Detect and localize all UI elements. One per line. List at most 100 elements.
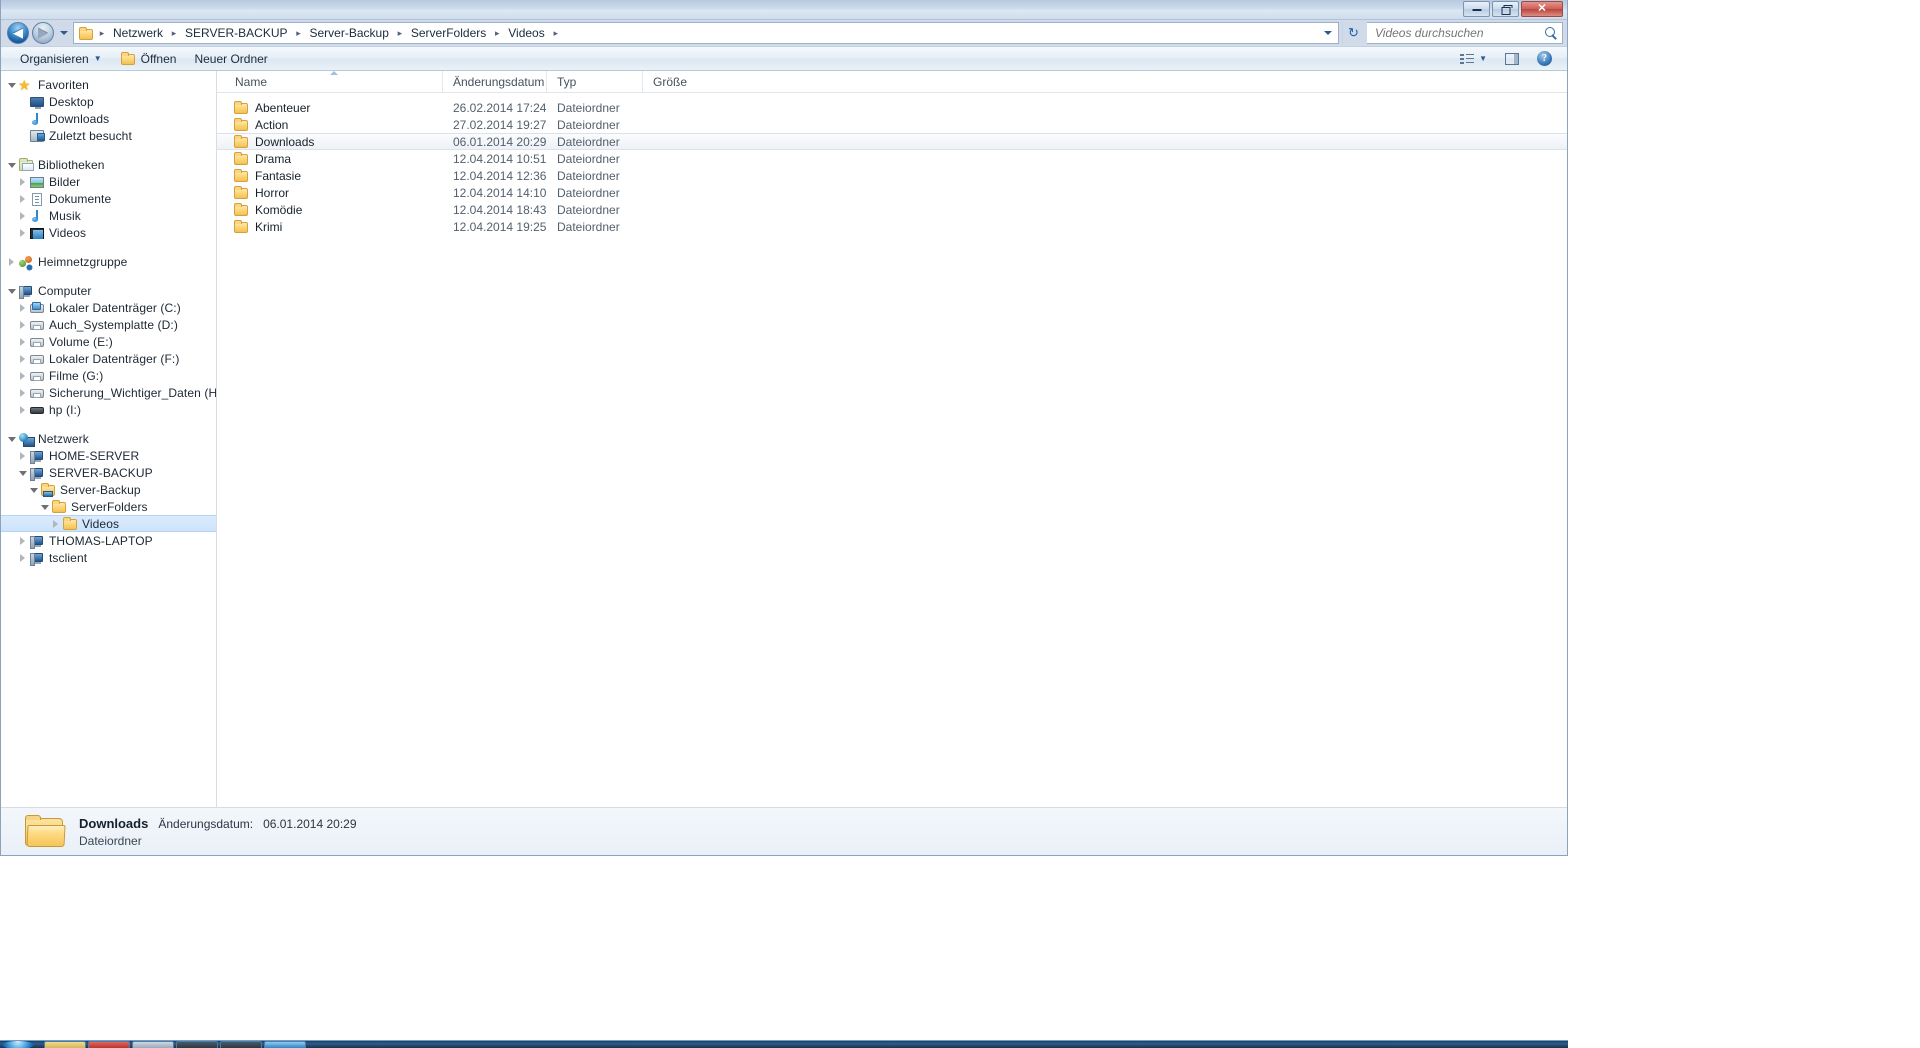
restore-button[interactable] [1492,1,1519,17]
nav-item-thomas-laptop[interactable]: THOMAS-LAPTOP [1,532,216,549]
nav-item-home-server[interactable]: HOME-SERVER [1,447,216,464]
taskbar-item[interactable] [88,1041,130,1048]
taskbar-item[interactable] [176,1041,218,1048]
breadcrumb-separator[interactable]: ▸ [394,28,406,39]
nav-item-auch-systemplatte-d[interactable]: Auch_Systemplatte (D:) [1,316,216,333]
nav-item-server-backup[interactable]: SERVER-BACKUP [1,464,216,481]
column-header-name[interactable]: Name [225,70,443,93]
breadcrumb-item[interactable]: Server-Backup [305,24,394,42]
table-row[interactable]: Fantasie 12.04.2014 12:36 Dateiordner [217,167,1567,184]
expand-triangle-icon[interactable] [16,551,29,564]
help-button[interactable]: ? [1528,47,1561,70]
nav-item-heimnetzgruppe[interactable]: Heimnetzgruppe [1,253,216,270]
expand-triangle-icon[interactable] [16,386,29,399]
taskbar-item[interactable] [44,1041,86,1048]
nav-item-zuletzt-besucht[interactable]: Zuletzt besucht [1,127,216,144]
nav-item-volume-e[interactable]: Volume (E:) [1,333,216,350]
address-bar[interactable]: ▸ Netzwerk ▸ SERVER-BACKUP ▸ Server-Backup ▸ Se… [73,22,1339,44]
collapse-triangle-icon[interactable] [38,500,51,513]
recent-pages-button[interactable] [57,22,70,44]
table-row[interactable]: Action 27.02.2014 19:27 Dateiordner [217,116,1567,133]
start-button[interactable] [2,1041,34,1048]
column-header-date[interactable]: Änderungsdatum [443,70,547,93]
expand-triangle-icon[interactable] [16,301,29,314]
breadcrumb-item[interactable]: Netzwerk [108,24,168,42]
forward-button[interactable]: ▶ [32,22,54,44]
breadcrumb-item[interactable]: ServerFolders [406,24,491,42]
breadcrumb-separator[interactable]: ▸ [293,28,305,39]
nav-item-musik[interactable]: Musik [1,207,216,224]
expand-triangle-icon[interactable] [16,403,29,416]
nav-item-computer[interactable]: Computer [1,282,216,299]
table-row[interactable]: Downloads 06.01.2014 20:29 Dateiordner [217,133,1567,150]
nav-item-bilder[interactable]: Bilder [1,173,216,190]
collapse-triangle-icon[interactable] [5,78,18,91]
organize-button[interactable]: Organisieren ▼ [11,48,111,70]
expand-triangle-icon[interactable] [16,352,29,365]
expand-triangle-icon[interactable] [16,209,29,222]
nav-item-netzwerk[interactable]: Netzwerk [1,430,216,447]
breadcrumb-item[interactable]: SERVER-BACKUP [180,24,292,42]
nav-item-hp-i[interactable]: hp (I:) [1,401,216,418]
collapse-triangle-icon[interactable] [27,483,40,496]
title-bar[interactable]: ✕ [1,0,1567,20]
nav-item-bibliotheken[interactable]: Bibliotheken [1,156,216,173]
close-button[interactable]: ✕ [1521,1,1563,17]
minimize-button[interactable] [1463,1,1490,17]
collapse-triangle-icon[interactable] [16,466,29,479]
collapse-triangle-icon[interactable] [5,158,18,171]
nav-item-lokaler-datentr-ger-c[interactable]: Lokaler Datenträger (C:) [1,299,216,316]
collapse-triangle-icon[interactable] [5,284,18,297]
expand-triangle-icon[interactable] [49,517,62,530]
open-button[interactable]: Öffnen [111,48,186,70]
table-row[interactable]: Drama 12.04.2014 10:51 Dateiordner [217,150,1567,167]
preview-pane-button[interactable] [1496,49,1528,69]
taskbar-item[interactable] [220,1041,262,1048]
breadcrumb-separator[interactable]: ▸ [96,28,108,39]
nav-item-dokumente[interactable]: Dokumente [1,190,216,207]
nav-item-lokaler-datentr-ger-f[interactable]: Lokaler Datenträger (F:) [1,350,216,367]
taskbar-item[interactable] [264,1041,306,1048]
table-row[interactable]: Abenteuer 26.02.2014 17:24 Dateiordner [217,99,1567,116]
nav-item-sicherung-wichtiger-daten-h[interactable]: Sicherung_Wichtiger_Daten (H:) [1,384,216,401]
new-folder-button[interactable]: Neuer Ordner [185,48,276,70]
table-row[interactable]: Horror 12.04.2014 14:10 Dateiordner [217,184,1567,201]
nav-item-desktop[interactable]: Desktop [1,93,216,110]
nav-item-videos[interactable]: Videos [1,224,216,241]
expand-triangle-icon[interactable] [16,192,29,205]
column-header-size[interactable]: Größe [643,71,709,93]
table-row[interactable]: Komödie 12.04.2014 18:43 Dateiordner [217,201,1567,218]
chevron-down-icon [1324,31,1332,35]
refresh-button[interactable]: ↻ [1342,22,1364,44]
address-dropdown-button[interactable] [1320,23,1336,43]
breadcrumb-item[interactable]: Videos [503,24,549,42]
breadcrumb-separator[interactable]: ▸ [550,28,562,39]
collapse-triangle-icon[interactable] [5,432,18,445]
nav-item-downloads[interactable]: Downloads [1,110,216,127]
nav-item-tsclient[interactable]: tsclient [1,549,216,566]
expand-triangle-icon[interactable] [16,175,29,188]
change-view-button[interactable]: ▼ [1451,49,1496,69]
breadcrumb-separator[interactable]: ▸ [491,28,503,39]
expand-triangle-icon[interactable] [16,369,29,382]
expand-triangle-icon[interactable] [16,318,29,331]
nav-item-filme-g[interactable]: Filme (G:) [1,367,216,384]
desktop-background-bottom [0,856,1568,1048]
column-header-type[interactable]: Typ [547,70,643,93]
nav-item-favoriten[interactable]: ★ Favoriten [1,76,216,93]
breadcrumb-separator[interactable]: ▸ [168,28,180,39]
search-box[interactable] [1367,22,1563,44]
nav-item-serverfolders[interactable]: ServerFolders [1,498,216,515]
nav-item-server-backup[interactable]: Server-Backup [1,481,216,498]
table-row[interactable]: Krimi 12.04.2014 19:25 Dateiordner [217,218,1567,235]
taskbar-item[interactable] [132,1041,174,1048]
expand-triangle-icon[interactable] [5,255,18,268]
expand-triangle-icon[interactable] [16,534,29,547]
expand-triangle-icon[interactable] [16,335,29,348]
expand-triangle-icon[interactable] [16,449,29,462]
expand-triangle-icon[interactable] [16,226,29,239]
back-button[interactable]: ◀ [7,22,29,44]
search-input[interactable] [1375,26,1545,40]
nav-item-videos[interactable]: Videos [1,515,216,532]
taskbar[interactable] [0,1040,1568,1048]
